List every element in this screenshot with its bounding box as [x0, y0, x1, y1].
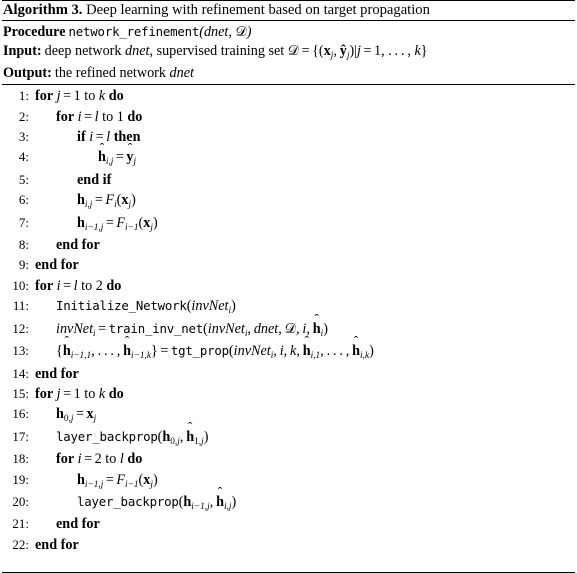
line-number: 14: [12, 365, 29, 381]
code-line: 16: h0,j = xj [3, 404, 574, 426]
code-line: 9: end for [3, 255, 574, 275]
algorithm-block: Algorithm 3. Deep learning with refineme… [0, 0, 577, 573]
procedure-name: network_refinement [68, 24, 200, 39]
line-content: layer_backprop(hi−1,j, ĥi,j) [77, 493, 237, 512]
line-number: 19: [12, 471, 29, 487]
line-number: 5: [18, 171, 29, 187]
line-number: 10: [12, 277, 29, 293]
code-line: 11: Initialize_Network(invNeti) [3, 296, 574, 318]
line-content: for i = l to 2 do [35, 277, 122, 294]
code-line: 22: end for [3, 535, 574, 555]
code-line: 5: end if [3, 170, 574, 190]
line-content: invNeti = train_inv_net(invNeti, dnet, 𝒟, … [56, 320, 328, 339]
line-number: 20: [12, 493, 29, 509]
line-content: for i = 2 to l do [56, 451, 143, 468]
code-line: 13: {ĥi−1,1, . . . , ĥi−1,k}=tgt_prop(… [3, 341, 574, 363]
code-line: 15: for j = 1 to k do [3, 384, 574, 404]
line-content: for j = 1 to k do [35, 88, 124, 105]
line-number: 8: [18, 237, 29, 253]
line-number: 4: [18, 149, 29, 165]
line-content: end for [35, 257, 79, 274]
procedure-label: Procedure [3, 24, 66, 40]
line-content: hi−1,j = Fi−1(xj) [77, 471, 158, 490]
code-line: 21: end for [3, 514, 574, 534]
line-content: h0,j = xj [56, 406, 97, 425]
line-content: layer_backprop(h0,j, ĥ1,j) [56, 428, 209, 447]
output-label: Output: [3, 64, 52, 81]
line-number: 13: [12, 343, 29, 359]
code-line: 8: end for [3, 235, 574, 255]
code-line: 14: end for [3, 364, 574, 384]
line-content: Initialize_Network(invNeti) [56, 298, 236, 317]
line-number: 2: [18, 108, 29, 124]
algorithm-title-text: Deep learning with refinement based on t… [86, 2, 430, 18]
code-line: 19: hi−1,j = Fi−1(xj) [3, 470, 574, 492]
line-number: 1: [18, 88, 29, 104]
line-number: 3: [18, 129, 29, 145]
line-content: for i = l to 1 do [56, 108, 143, 125]
line-content: if i = l then [77, 129, 141, 146]
code-line: 17: layer_backprop(h0,j, ĥ1,j) [3, 427, 574, 449]
line-number: 16: [12, 406, 29, 422]
line-content: end for [56, 516, 100, 533]
line-number: 22: [12, 536, 29, 552]
line-content: ĥi,j=ŷj [98, 149, 137, 168]
code-line: 20: layer_backprop(hi−1,j, ĥi,j) [3, 492, 574, 514]
code-line: 12: invNeti = train_inv_net(invNeti, dnet,… [3, 319, 574, 341]
output-line: Output: the refined network dnet [3, 64, 194, 81]
code-line: 3: if i = l then [3, 127, 574, 147]
line-number: 6: [18, 192, 29, 208]
line-content: {ĥi−1,1, . . . , ĥi−1,k}=tgt_prop(invN… [56, 343, 374, 362]
line-number: 7: [18, 214, 29, 230]
line-content: end for [35, 536, 79, 553]
line-content: end for [35, 365, 79, 382]
body-bottom-padding [3, 555, 574, 568]
line-content: end if [77, 171, 112, 188]
line-number: 15: [12, 385, 29, 401]
line-number: 18: [12, 451, 29, 467]
procedure-arg-dataset: 𝒟 [235, 24, 247, 40]
code-line: 6: hi,j = Fi(xj) [3, 190, 574, 212]
code-line: 2: for i = l to 1 do [3, 107, 574, 127]
code-line: 18: for i = 2 to l do [3, 449, 574, 469]
code-line: 1: for j = 1 to k do [3, 86, 574, 106]
line-content: end for [56, 237, 100, 254]
algorithm-title: Algorithm 3. Deep learning with refineme… [0, 1, 577, 20]
line-content: for j = 1 to k do [35, 385, 124, 402]
line-number: 9: [18, 257, 29, 273]
line-number: 11: [12, 298, 29, 314]
input-line: Input: deep network dnet, supervised trai… [3, 43, 428, 62]
line-content: hi,j = Fi(xj) [77, 192, 136, 211]
procedure-arg-dnet: dnet [203, 24, 229, 40]
code-line: 7: hi−1,j = Fi−1(xj) [3, 213, 574, 235]
code-line: 10: for i = l to 2 do [3, 276, 574, 296]
line-number: 12: [12, 320, 29, 336]
algorithm-body: 1: for j = 1 to k do 2: for i = l to 1 do 3:… [0, 85, 577, 572]
algorithm-label: Algorithm 3. [3, 2, 83, 18]
code-line: 4: ĥi,j=ŷj [3, 147, 574, 169]
line-number: 17: [12, 428, 29, 444]
line-content: hi−1,j = Fi−1(xj) [77, 214, 158, 233]
algorithm-header: Procedure network_refinement(dnet, 𝒟) Inp… [0, 21, 577, 84]
line-number: 21: [12, 516, 29, 532]
procedure-line: Procedure network_refinement(dnet, 𝒟) [3, 24, 252, 40]
input-label: Input: [3, 43, 42, 60]
